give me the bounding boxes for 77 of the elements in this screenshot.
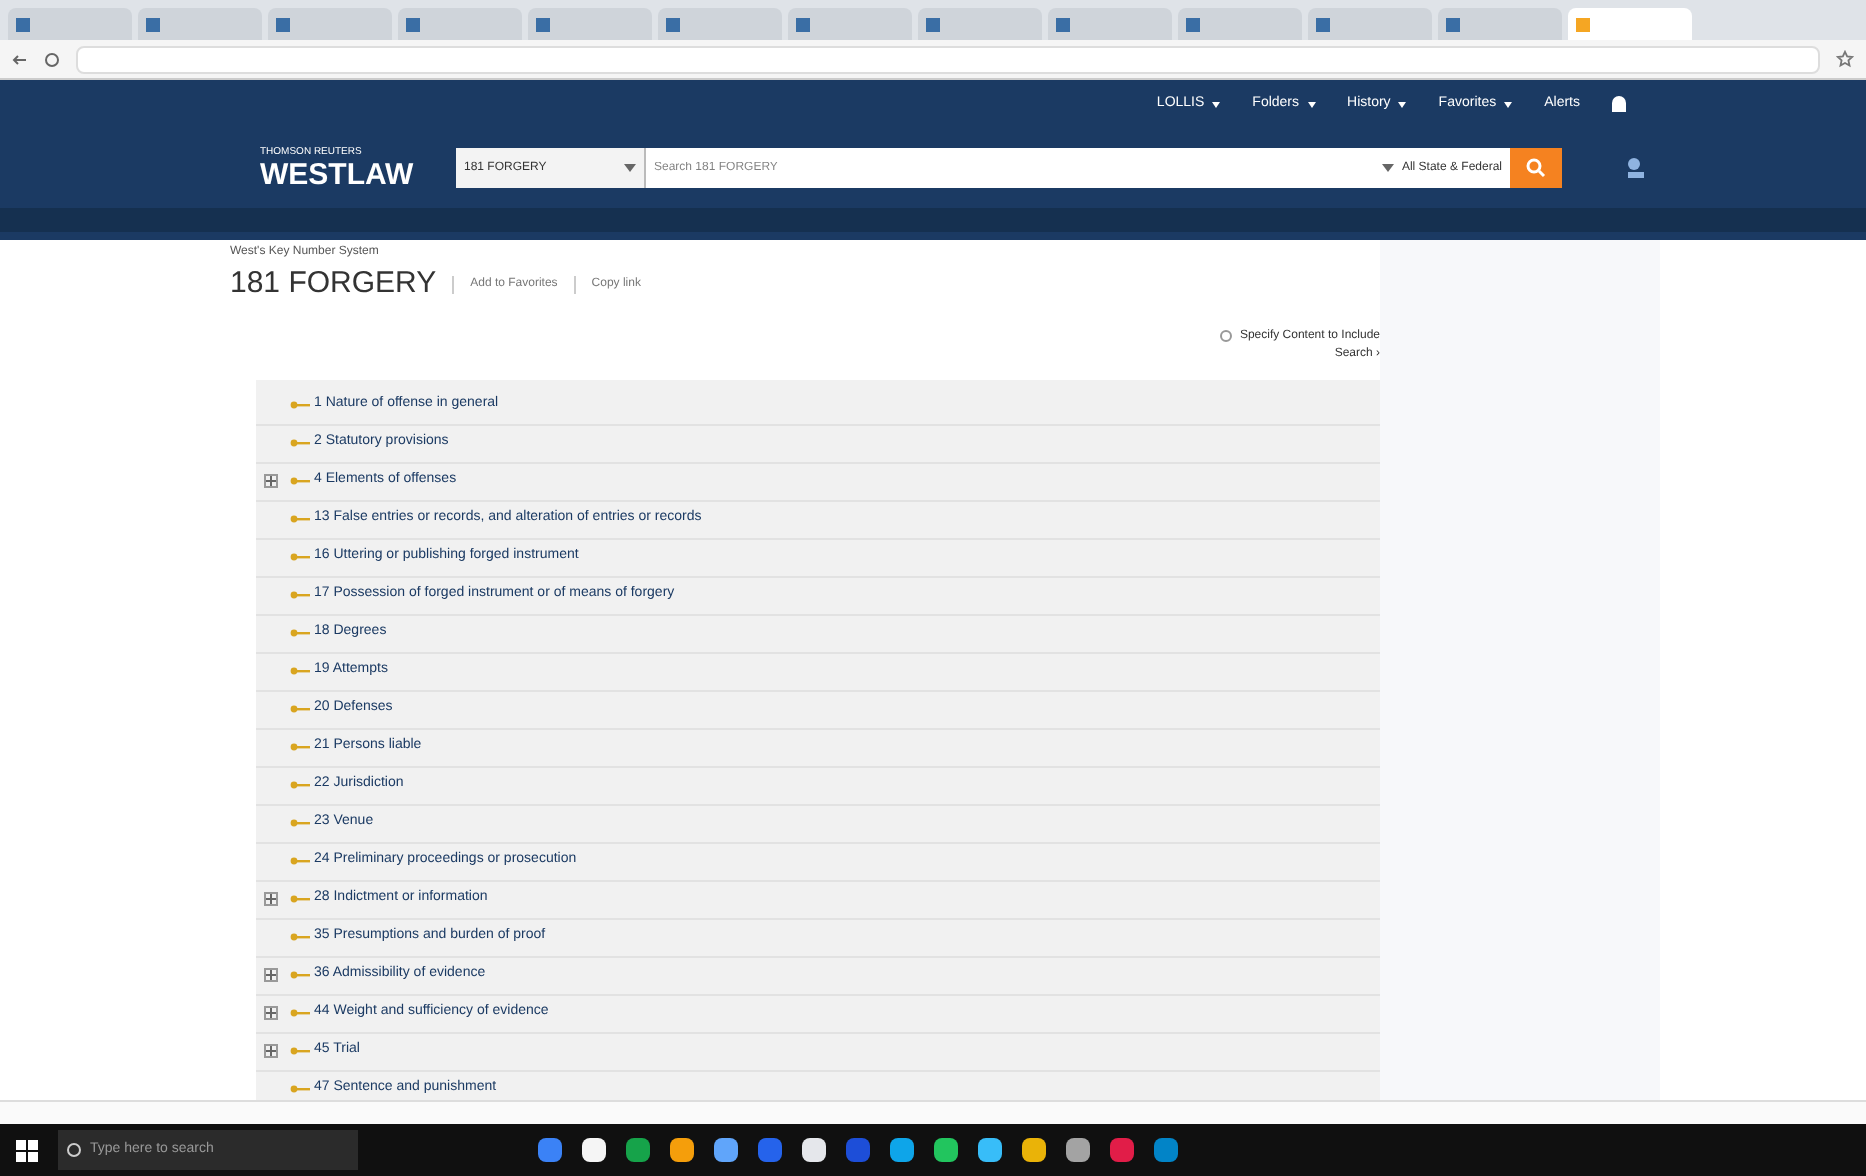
browser-tab[interactable] [658, 8, 782, 40]
product-logo: WESTLAW [260, 160, 416, 191]
reload-icon[interactable] [44, 51, 60, 67]
key-icon [290, 704, 310, 714]
page-title: 181 FORGERY [230, 264, 437, 304]
favicon-icon [1316, 17, 1330, 31]
app-icon[interactable] [802, 1138, 826, 1162]
app-icon[interactable] [626, 1138, 650, 1162]
windows-icon[interactable] [16, 1139, 38, 1161]
key-icon [290, 666, 310, 676]
favicon-icon [276, 17, 290, 31]
favicon-icon [1056, 17, 1070, 31]
browser-tab[interactable] [1178, 8, 1302, 40]
search-button[interactable] [1510, 148, 1562, 188]
favicon-icon [796, 17, 810, 31]
favicon-icon [146, 17, 160, 31]
browser-tab[interactable] [1308, 8, 1432, 40]
key-icon [290, 552, 310, 562]
app-icon[interactable] [714, 1138, 738, 1162]
research-icon[interactable] [1626, 156, 1646, 180]
key-icon [290, 1084, 310, 1094]
favicon-icon [1186, 17, 1200, 31]
checkbox[interactable] [1219, 330, 1232, 342]
expand-icon[interactable] [264, 1006, 278, 1020]
key-icon [290, 476, 310, 486]
app-icon[interactable] [1066, 1138, 1090, 1162]
key-icon [290, 894, 310, 904]
browser-tab[interactable] [398, 8, 522, 40]
key-icon [290, 818, 310, 828]
favicon-icon [666, 17, 680, 31]
browser-tab[interactable] [918, 8, 1042, 40]
key-icon [290, 1008, 310, 1018]
caret-icon [624, 164, 636, 172]
favicon-icon [926, 17, 940, 31]
browser-tab[interactable] [138, 8, 262, 40]
expand-icon[interactable] [264, 968, 278, 982]
favicon-icon [536, 17, 550, 31]
favicon-icon [16, 17, 30, 31]
star-icon[interactable] [1836, 50, 1854, 68]
browser-tab[interactable] [1438, 8, 1562, 40]
key-icon [290, 742, 310, 752]
caret-icon [1381, 164, 1394, 172]
key-icon [290, 514, 310, 524]
key-icon [290, 856, 310, 866]
expand-icon[interactable] [264, 892, 278, 906]
browser-tab[interactable] [528, 8, 652, 40]
app-icon[interactable] [582, 1138, 606, 1162]
back-icon[interactable] [12, 51, 28, 67]
key-icon [290, 438, 310, 448]
caret-icon [1212, 101, 1221, 107]
browser-tab[interactable] [788, 8, 912, 40]
search-icon [1526, 158, 1546, 178]
favicon-icon [1576, 17, 1590, 31]
app-icon[interactable] [978, 1138, 1002, 1162]
user-icon[interactable] [1612, 96, 1626, 112]
browser-tab[interactable] [8, 8, 132, 40]
search-icon [66, 1142, 82, 1158]
app-icon[interactable] [1022, 1138, 1046, 1162]
expand-icon[interactable] [264, 1044, 278, 1058]
favicon-icon [406, 17, 420, 31]
app-icon[interactable] [670, 1138, 694, 1162]
key-icon [290, 780, 310, 790]
key-icon [290, 590, 310, 600]
browser-tab[interactable] [1048, 8, 1172, 40]
caret-icon [1398, 101, 1407, 107]
key-icon [290, 1046, 310, 1056]
key-icon [290, 628, 310, 638]
key-icon [290, 400, 310, 410]
expand-icon[interactable] [264, 474, 278, 488]
browser-tab[interactable] [268, 8, 392, 40]
caret-icon [1504, 101, 1513, 107]
key-icon [290, 970, 310, 980]
caret-icon [1307, 101, 1316, 107]
app-icon[interactable] [890, 1138, 914, 1162]
favicon-icon [1446, 17, 1460, 31]
app-icon[interactable] [934, 1138, 958, 1162]
key-icon [290, 932, 310, 942]
